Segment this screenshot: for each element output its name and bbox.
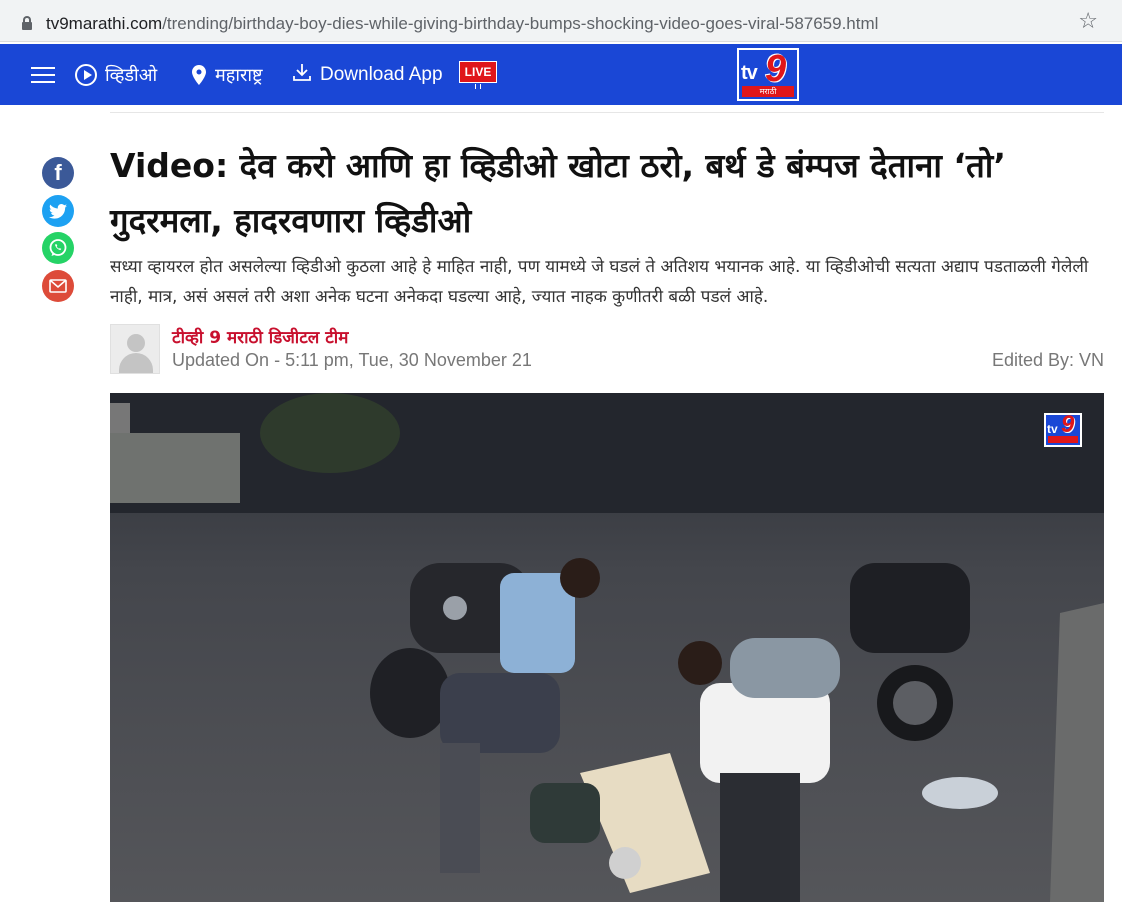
article-headline: Video: देव करो आणि हा व्हिडीओ खोटा ठरो, …: [110, 146, 1006, 240]
nav-state-label: महाराष्ट्र: [215, 64, 263, 86]
twitter-share-button[interactable]: [42, 195, 74, 227]
facebook-icon: f: [54, 160, 62, 185]
email-share-button[interactable]: [42, 270, 74, 302]
live-tv-button[interactable]: LIVE: [459, 61, 497, 83]
download-app-label: Download App: [320, 63, 443, 85]
facebook-share-button[interactable]: f: [42, 157, 74, 189]
lock-icon[interactable]: [22, 16, 32, 30]
whatsapp-icon: [49, 239, 67, 256]
video-frame-image: [110, 393, 1104, 902]
article-summary: सध्या व्हायरल होत असलेल्या व्हिडीओ कुठला…: [110, 257, 1089, 307]
twitter-bird-icon: [49, 203, 67, 219]
location-pin-icon: [192, 64, 206, 85]
nav-video-label: व्हिडीओ: [105, 64, 158, 86]
video-player[interactable]: tv 9: [110, 393, 1104, 902]
tv9-watermark-logo: tv 9: [1044, 411, 1082, 447]
tv9-marathi-logo[interactable]: tv 9 मराठी: [737, 48, 799, 101]
url-path: /trending/birthday-boy-dies-while-giving…: [162, 14, 879, 33]
download-app-link[interactable]: Download App: [292, 44, 443, 105]
download-icon: [292, 62, 312, 88]
menu-icon[interactable]: [30, 44, 56, 105]
divider: [110, 112, 1104, 113]
whatsapp-share-button[interactable]: [42, 232, 74, 264]
url-domain: tv9marathi.com: [46, 14, 163, 33]
browser-address-bar: tv9marathi.com/trending/birthday-boy-die…: [0, 0, 1122, 42]
tv-stand-icon: [475, 84, 481, 89]
url-field[interactable]: tv9marathi.com/trending/birthday-boy-die…: [6, 4, 1116, 37]
edited-by: Edited By: VN: [991, 350, 1104, 370]
play-circle-icon: [75, 63, 97, 86]
bookmark-star-icon[interactable]: ☆: [1078, 11, 1098, 33]
url-text[interactable]: tv9marathi.com/trending/birthday-boy-die…: [46, 14, 878, 34]
nav-state-link[interactable]: महाराष्ट्र: [192, 44, 263, 105]
nav-video-link[interactable]: व्हिडीओ: [75, 44, 157, 105]
author-name-link[interactable]: टीव्ही 9 मराठी डिजीटल टीम: [172, 325, 348, 348]
mail-icon: [49, 279, 67, 293]
author-avatar[interactable]: [110, 324, 160, 374]
updated-timestamp: Updated On - 5:11 pm, Tue, 30 November 2…: [172, 350, 532, 370]
site-navbar: व्हिडीओ महाराष्ट्र Download App LIVE: [0, 44, 1122, 105]
